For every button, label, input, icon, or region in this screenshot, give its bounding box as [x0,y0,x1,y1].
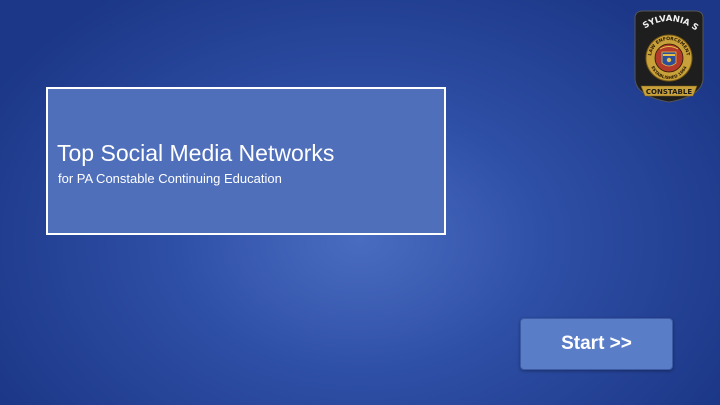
slide-canvas: Top Social Media Networks for PA Constab… [0,0,720,405]
badge-graphic: PENNSYLVANIA STATE LAW ENFORCEMENT ESTAB… [625,1,704,103]
svg-text:CONSTABLE: CONSTABLE [646,88,692,96]
start-button[interactable]: Start >> [520,318,673,370]
start-button-label: Start >> [561,333,632,354]
slide-subtitle: for PA Constable Continuing Education [58,171,282,186]
title-box: Top Social Media Networks for PA Constab… [46,87,446,235]
slide-title: Top Social Media Networks [57,140,335,166]
pennsylvania-constable-badge-icon: PENNSYLVANIA STATE LAW ENFORCEMENT ESTAB… [625,1,709,104]
